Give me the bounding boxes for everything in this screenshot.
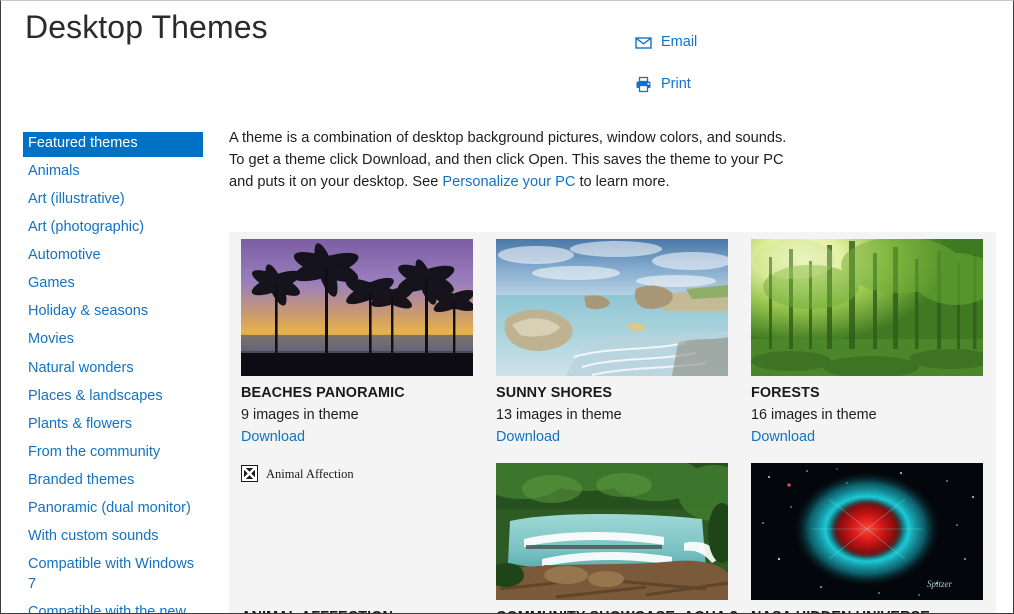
sidebar-item-panoramic-dual-monitor[interactable]: Panoramic (dual monitor): [23, 497, 203, 522]
theme-card: FORESTS 16 images in theme Download: [751, 239, 994, 447]
themes-grid: BEACHES PANORAMIC 9 images in theme Down…: [229, 239, 996, 613]
theme-image-count: 13 images in theme: [496, 407, 622, 424]
sidebar-item-featured-themes[interactable]: Featured themes: [23, 132, 203, 157]
print-link[interactable]: Print: [635, 69, 697, 99]
theme-name: BEACHES PANORAMIC: [241, 385, 405, 401]
main-content: A theme is a combination of desktop back…: [229, 127, 997, 214]
sidebar-item-from-the-community[interactable]: From the community: [23, 441, 203, 466]
broken-image-placeholder[interactable]: Animal Affection: [241, 463, 484, 600]
sidebar-item-art-photographic[interactable]: Art (photographic): [23, 216, 203, 241]
theme-card: COMMUNITY SHOWCASE: AQUA 2: [496, 462, 739, 613]
print-link-label: Print: [661, 76, 691, 92]
sidebar-item-with-custom-sounds[interactable]: With custom sounds: [23, 525, 203, 550]
theme-name: ANIMAL AFFFECTION: [241, 608, 484, 613]
sidebar-item-games[interactable]: Games: [23, 272, 203, 297]
theme-name: COMMUNITY SHOWCASE: AQUA 2: [496, 608, 739, 613]
svg-text:Spitzer: Spitzer: [927, 579, 952, 589]
sidebar-item-compatible-new-windows[interactable]: Compatible with the new Windows: [23, 601, 203, 613]
download-link[interactable]: Download: [751, 428, 815, 447]
sidebar-item-natural-wonders[interactable]: Natural wonders: [23, 357, 203, 382]
intro-paragraph: A theme is a combination of desktop back…: [229, 127, 795, 194]
sidebar-item-animals[interactable]: Animals: [23, 160, 203, 185]
theme-card: SUNNY SHORES 13 images in theme Download: [496, 239, 739, 447]
theme-card: Spitzer NASA HIDDEN UNIVERSE: [751, 462, 994, 613]
sidebar-item-compatible-windows-7[interactable]: Compatible with Windows 7: [23, 553, 203, 597]
sunset-palms-thumbnail[interactable]: [241, 239, 473, 376]
sidebar-item-branded-themes[interactable]: Branded themes: [23, 469, 203, 494]
email-link-label: Email: [661, 34, 698, 50]
sidebar-item-plants-flowers[interactable]: Plants & flowers: [23, 413, 203, 438]
jungle-waterfall-thumbnail[interactable]: [496, 462, 728, 600]
themes-panel: BEACHES PANORAMIC 9 images in theme Down…: [229, 232, 996, 613]
download-link[interactable]: Download: [241, 428, 305, 447]
rocky-coast-thumbnail[interactable]: [496, 239, 728, 376]
theme-card: BEACHES PANORAMIC 9 images in theme Down…: [241, 239, 484, 447]
page-title: Desktop Themes: [25, 9, 268, 45]
helix-nebula-thumbnail[interactable]: Spitzer: [751, 462, 983, 600]
desktop-themes-page: Desktop Themes Email Print Featured them…: [0, 0, 1014, 614]
sidebar-item-places-landscapes[interactable]: Places & landscapes: [23, 385, 203, 410]
theme-name: FORESTS: [751, 385, 820, 401]
theme-image-count: 9 images in theme: [241, 407, 359, 424]
sunlit-forest-thumbnail[interactable]: [751, 239, 983, 376]
theme-image-count: 16 images in theme: [751, 407, 877, 424]
download-link[interactable]: Download: [496, 428, 560, 447]
theme-name: NASA HIDDEN UNIVERSE: [751, 608, 994, 613]
page-header: Desktop Themes Email Print: [1, 1, 1013, 113]
personalize-your-pc-link[interactable]: Personalize your PC: [442, 174, 575, 190]
broken-image-icon: [241, 464, 258, 482]
sidebar-item-movies[interactable]: Movies: [23, 328, 203, 353]
printer-icon: [635, 76, 652, 93]
theme-card: Animal Affection ANIMAL AFFFECTION 14 im…: [241, 463, 484, 613]
sidebar-item-art-illustrative[interactable]: Art (illustrative): [23, 188, 203, 213]
theme-name: SUNNY SHORES: [496, 385, 613, 401]
header-actions: Email Print: [635, 27, 697, 99]
broken-image-alt-text: Animal Affection: [266, 466, 354, 481]
intro-text-part2: to learn more.: [575, 174, 670, 191]
email-link[interactable]: Email: [635, 27, 697, 57]
category-sidebar: Featured themes Animals Art (illustrativ…: [23, 132, 203, 613]
sidebar-item-holiday-seasons[interactable]: Holiday & seasons: [23, 300, 203, 325]
envelope-icon: [635, 34, 652, 51]
sidebar-item-automotive[interactable]: Automotive: [23, 244, 203, 269]
